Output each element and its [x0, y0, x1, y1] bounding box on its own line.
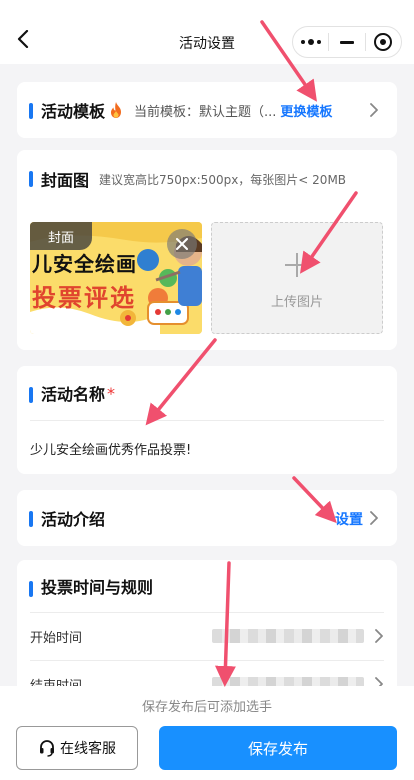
close-circle-icon [374, 33, 393, 51]
remove-cover-button[interactable] [167, 229, 197, 259]
activity-intro-card: 活动介绍 设置 [17, 490, 397, 546]
chevron-right-icon [370, 511, 378, 525]
divider [30, 420, 384, 421]
minimize-icon [339, 40, 354, 44]
more-dots-icon [300, 39, 321, 45]
section-accent-bar [29, 511, 33, 527]
online-service-label: 在线客服 [60, 741, 116, 757]
flame-icon [111, 102, 122, 118]
template-card: 活动模板 当前模板：默认主题（... 更换模板 [17, 82, 397, 138]
close-icon [176, 238, 188, 250]
mini-program-capsule [292, 26, 402, 58]
plus-icon [285, 253, 309, 277]
upload-image-label: 上传图片 [270, 295, 323, 310]
change-template-link[interactable]: 更换模板 [280, 101, 332, 120]
chevron-right-icon [375, 629, 383, 643]
activity-name-input[interactable]: 少儿安全绘画优秀作品投票! [30, 439, 191, 458]
start-time-value-redacted [212, 629, 364, 643]
minimize-button[interactable] [329, 27, 364, 57]
section-title: 活动名称 [41, 385, 106, 404]
template-section-header[interactable]: 活动模板 当前模板：默认主题（... 更换模板 [17, 82, 397, 138]
cover-section-header: 封面图 建议宽高比750px:500px，每张图片< 20MB [17, 150, 397, 208]
cover-caption-line2: 投票评选 [32, 284, 136, 312]
save-publish-button[interactable]: 保存发布 [159, 726, 397, 770]
chevron-right-icon [370, 103, 378, 117]
activity-name-card: 活动名称 * 少儿安全绘画优秀作品投票! [17, 366, 397, 474]
name-section-header: 活动名称 * [17, 366, 397, 420]
current-template-text: 当前模板：默认主题（... [134, 104, 277, 120]
cover-caption-line1: 儿安全绘画 [32, 252, 137, 276]
section-accent-bar [29, 171, 33, 187]
close-button[interactable] [366, 27, 401, 57]
section-title: 投票时间与规则 [41, 578, 154, 597]
section-title: 活动模板 [41, 102, 106, 121]
cover-size-hint: 建议宽高比750px:500px，每张图片< 20MB [99, 172, 347, 187]
bottom-action-bar: 保存发布后可添加选手 在线客服 保存发布 [0, 686, 414, 780]
start-time-row[interactable]: 开始时间 [30, 612, 384, 660]
top-nav-bar: 活动设置 [0, 0, 414, 64]
more-button[interactable] [293, 27, 328, 57]
section-accent-bar [29, 387, 33, 403]
section-accent-bar [29, 581, 33, 597]
cover-tag: 封面 [30, 222, 92, 250]
section-title: 活动介绍 [41, 510, 106, 529]
section-accent-bar [29, 103, 33, 119]
required-mark: * [107, 383, 116, 403]
start-time-label: 开始时间 [30, 630, 83, 646]
time-section-header: 投票时间与规则 [17, 560, 397, 612]
upload-image-button[interactable]: 上传图片 [211, 222, 383, 334]
publish-hint: 保存发布后可添加选手 [141, 700, 272, 715]
headset-icon [40, 740, 54, 757]
intro-settings-link[interactable]: 设置 [335, 509, 363, 529]
cover-card: 封面图 建议宽高比750px:500px，每张图片< 20MB 儿安全绘画 投票… [17, 150, 397, 350]
online-service-button[interactable]: 在线客服 [16, 726, 138, 770]
section-title: 封面图 [41, 171, 90, 190]
